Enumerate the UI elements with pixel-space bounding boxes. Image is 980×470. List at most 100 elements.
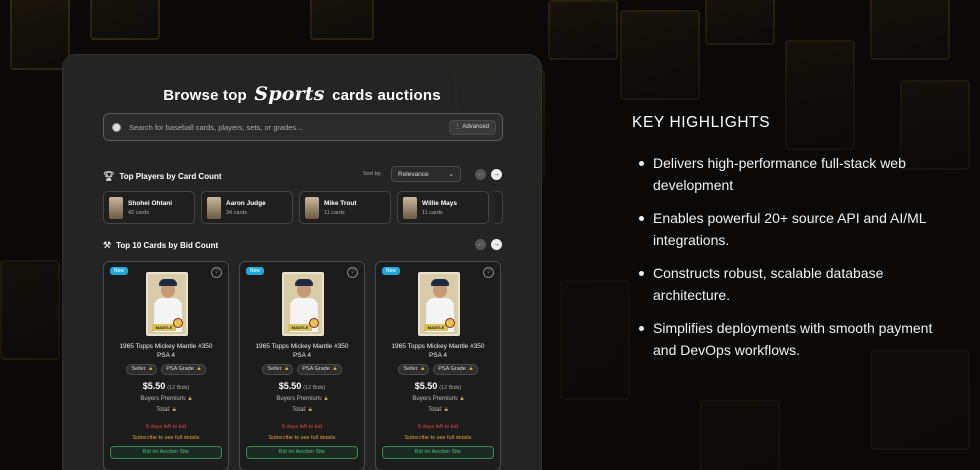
player-count: 34 cards (226, 209, 248, 216)
new-badge: New (246, 267, 265, 275)
player-count: 42 cards (128, 209, 150, 216)
lock-icon: 🔒︎ (197, 366, 201, 372)
auction-browser-panel: Browse top Sports cards auctions Search … (62, 54, 542, 470)
advanced-label: Advanced (462, 124, 489, 130)
lock-icon: 🔒︎ (469, 366, 473, 372)
bid-button[interactable]: Bid on Auction Site (110, 446, 222, 459)
section-title: Top Players by Card Count (119, 172, 222, 181)
bid-button[interactable]: Bid on Auction Site (246, 446, 358, 459)
baseball-icon (112, 122, 121, 132)
cards-prev-button[interactable]: ← (475, 239, 486, 250)
player-avatar (207, 196, 221, 219)
card-title: 1965 Topps Mickey Mantle #350 PSA 4 (119, 343, 213, 359)
card-image: MANTLE (418, 272, 460, 336)
lock-icon: 🔒︎ (188, 396, 192, 402)
lock-icon: 🔒︎ (421, 366, 425, 372)
player-name: Shohei Ohtani (128, 199, 173, 207)
trophy-icon: 🏆︎ (103, 171, 115, 181)
list-item: Constructs robust, scalable database arc… (636, 262, 936, 306)
section-title: Top 10 Cards by Bid Count (116, 241, 219, 250)
buyers-premium: Buyers Premium: 🔒︎ (140, 396, 192, 402)
card-image: MANTLE (146, 272, 188, 336)
price: $5.50 (12 Bids) (142, 381, 190, 391)
players-next-button[interactable]: → (491, 169, 502, 180)
card-title: 1965 Topps Mickey Mantle #350 PSA 4 (391, 343, 485, 359)
list-item: Delivers high-performance full-stack web… (636, 152, 936, 196)
sort-label: Sort by: (363, 171, 382, 177)
seller-chip: Seller 🔒︎ (262, 364, 294, 375)
headline-sport: Sports (254, 83, 325, 105)
player-card[interactable]: Shohei Ohtani 42 cards (103, 191, 195, 224)
player-avatar (305, 196, 319, 219)
sliders-icon: ⫶ (456, 122, 459, 131)
auction-card[interactable]: New ♡ MANTLE 1965 Topps Mickey Mantle #3… (375, 261, 501, 470)
heart-icon[interactable]: ♡ (211, 267, 222, 278)
days-left: 6 days left to bid (417, 424, 459, 430)
heart-icon[interactable]: ♡ (347, 267, 358, 278)
cards-next-button[interactable]: → (491, 239, 502, 250)
heart-icon[interactable]: ♡ (483, 267, 494, 278)
total: Total: 🔒︎ (292, 407, 312, 413)
subscribe-link[interactable]: Subscribe to see full details (376, 435, 500, 441)
advanced-button[interactable]: ⫶ Advanced (449, 119, 496, 135)
section-top-players: 🏆︎ Top Players by Card Count (103, 171, 222, 182)
grade-chip: PSA Grade 🔒︎ (433, 364, 478, 375)
player-card[interactable]: Mike Trout 11 cards (299, 191, 391, 224)
auction-card[interactable]: New ♡ MANTLE 1965 Topps Mickey Mantle #3… (103, 261, 229, 470)
player-name: Willie Mays (422, 199, 457, 207)
lock-icon: 🔒︎ (149, 366, 153, 372)
card-image-text: MANTLE (152, 324, 176, 331)
days-left: 6 days left to bid (145, 424, 187, 430)
card-image-text: MANTLE (288, 324, 312, 331)
players-row: Shohei Ohtani 42 cards Aaron Judge 34 card… (103, 191, 503, 224)
buyers-premium: Buyers Premium: 🔒︎ (412, 396, 464, 402)
days-left: 6 days left to bid (281, 424, 323, 430)
card-image-text: MANTLE (424, 324, 448, 331)
hammer-icon: ⚒︎ (103, 240, 112, 250)
price: $5.50 (12 Bids) (278, 381, 326, 391)
bid-button[interactable]: Bid on Auction Site (382, 446, 494, 459)
player-card[interactable]: Willie Mays 11 cards (397, 191, 489, 224)
lock-icon: 🔒︎ (333, 366, 337, 372)
subscribe-link[interactable]: Subscribe to see full details (104, 435, 228, 441)
lock-icon: 🔒︎ (444, 407, 448, 413)
player-count: 11 cards (422, 209, 443, 216)
highlights-title: KEY HIGHLIGHTS (632, 114, 771, 131)
lock-icon: 🔒︎ (308, 407, 312, 413)
seller-chip: Seller 🔒︎ (126, 364, 158, 375)
lock-icon: 🔒︎ (460, 396, 464, 402)
grade-chip: PSA Grade 🔒︎ (297, 364, 342, 375)
player-card[interactable]: Aaron Judge 34 cards (201, 191, 293, 224)
search-bar[interactable]: Search for baseball cards, players, sets… (103, 113, 503, 141)
total: Total: 🔒︎ (428, 407, 448, 413)
cards-row: New ♡ MANTLE 1965 Topps Mickey Mantle #3… (103, 261, 501, 470)
buyers-premium: Buyers Premium: 🔒︎ (276, 396, 328, 402)
lock-icon: 🔒︎ (324, 396, 328, 402)
player-name: Aaron Judge (226, 199, 266, 207)
sort-value: Relevance (398, 170, 429, 178)
price: $5.50 (12 Bids) (414, 381, 462, 391)
search-input[interactable]: Search for baseball cards, players, sets… (129, 123, 449, 132)
player-avatar (403, 196, 417, 219)
player-count: 11 cards (324, 209, 345, 216)
highlights-list: Delivers high-performance full-stack web… (636, 152, 936, 372)
card-image: MANTLE (282, 272, 324, 336)
new-badge: New (382, 267, 401, 275)
list-item: Enables powerful 20+ source API and AI/M… (636, 207, 936, 251)
subscribe-link[interactable]: Subscribe to see full details (240, 435, 364, 441)
new-badge: New (110, 267, 129, 275)
auction-card[interactable]: New ♡ MANTLE 1965 Topps Mickey Mantle #3… (239, 261, 365, 470)
headline-post: cards auctions (332, 87, 441, 104)
player-card-partial[interactable] (495, 191, 503, 224)
list-item: Simplifies deployments with smooth payme… (636, 317, 936, 361)
player-name: Mike Trout (324, 199, 357, 207)
card-title: 1965 Topps Mickey Mantle #350 PSA 4 (255, 343, 349, 359)
chevron-down-icon: ⌄ (448, 171, 454, 178)
section-top-cards: ⚒︎ Top 10 Cards by Bid Count (103, 240, 218, 251)
page-title: Browse top Sports cards auctions (63, 83, 541, 105)
sort-select[interactable]: Relevance ⌄ (391, 166, 461, 182)
players-prev-button[interactable]: ← (475, 169, 486, 180)
lock-icon: 🔒︎ (172, 407, 176, 413)
player-avatar (109, 196, 123, 219)
lock-icon: 🔒︎ (285, 366, 289, 372)
